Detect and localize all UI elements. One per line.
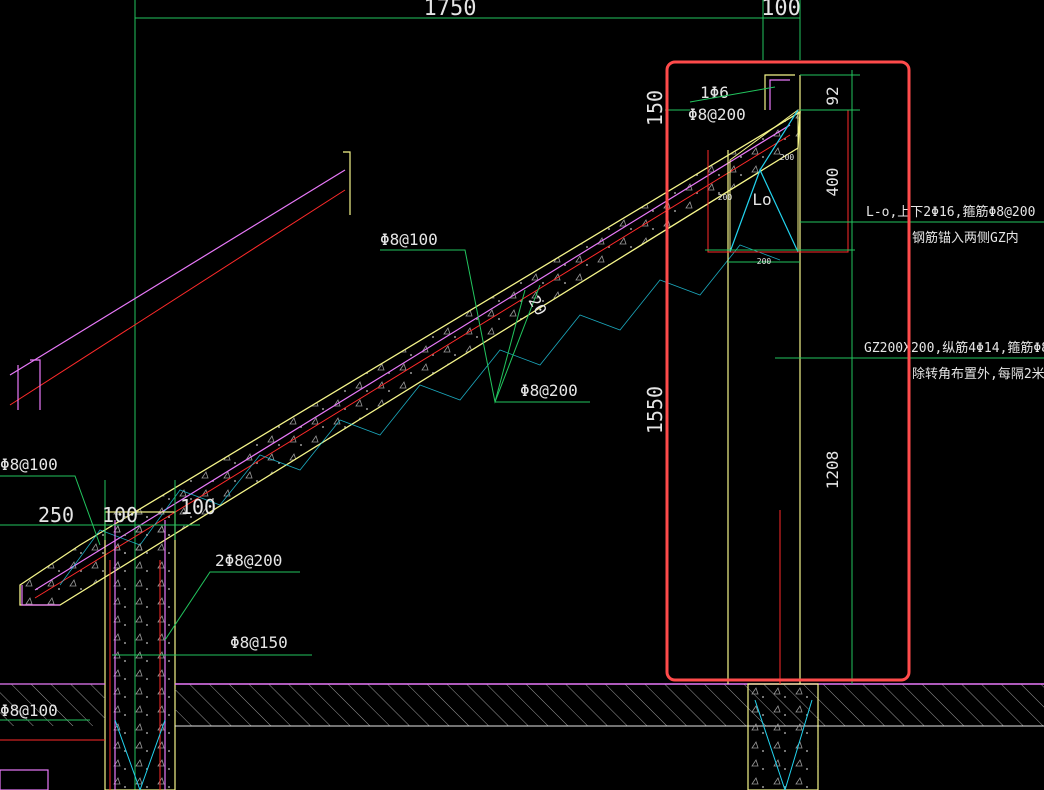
- left-column: [104, 511, 176, 790]
- upper-roof-line: [9, 151, 351, 410]
- dim-100-mid: 100: [180, 495, 216, 519]
- dim-92: 92: [823, 86, 842, 105]
- label-phi8-200-top: Φ8@200: [688, 105, 746, 124]
- dim-100-left: 100: [102, 503, 138, 527]
- gz-column-detail: Lo 200 200 200: [705, 74, 855, 684]
- note-gz-line1: GZ200X200,纵筋4Φ14,箍筋Φ8@20: [864, 340, 1044, 356]
- label-phi8-100-mid: Φ8@100: [380, 230, 438, 249]
- dim-250: 250: [38, 503, 74, 527]
- note-gz-line2: 除转角布置外,每隔2米布置一根: [912, 366, 1044, 382]
- dim-width-200: 200: [757, 257, 772, 266]
- structural-section-drawing: 1750 100 Lo 200 200 200 92 400 1208 150 …: [0, 0, 1044, 790]
- note-lo-line2: 钢筋锚入两侧GZ内: [912, 230, 1019, 246]
- label-phi8-200-mid: Φ8@200: [520, 381, 578, 400]
- lo-mark: Lo: [752, 190, 771, 209]
- small-dim-200a: 200: [780, 153, 795, 162]
- right-footing: [747, 683, 819, 790]
- label-2phi8-200: 2Φ8@200: [215, 551, 282, 570]
- dim-1208: 1208: [823, 451, 842, 490]
- small-dim-200b: 200: [718, 193, 733, 202]
- dim-150: 150: [643, 90, 667, 126]
- dim-1550: 1550: [643, 386, 667, 434]
- label-phi8-100-bottom: Φ8@100: [0, 701, 58, 720]
- label-phi8-100-left: Φ8@100: [0, 455, 58, 474]
- dim-top-right: 100: [761, 0, 801, 21]
- label-phi8-150: Φ8@150: [230, 633, 288, 652]
- dim-400: 400: [823, 168, 842, 197]
- note-lo-line1: L-o,上下2Φ16,箍筋Φ8@200: [866, 204, 1035, 220]
- dim-top-span: 1750: [424, 0, 477, 21]
